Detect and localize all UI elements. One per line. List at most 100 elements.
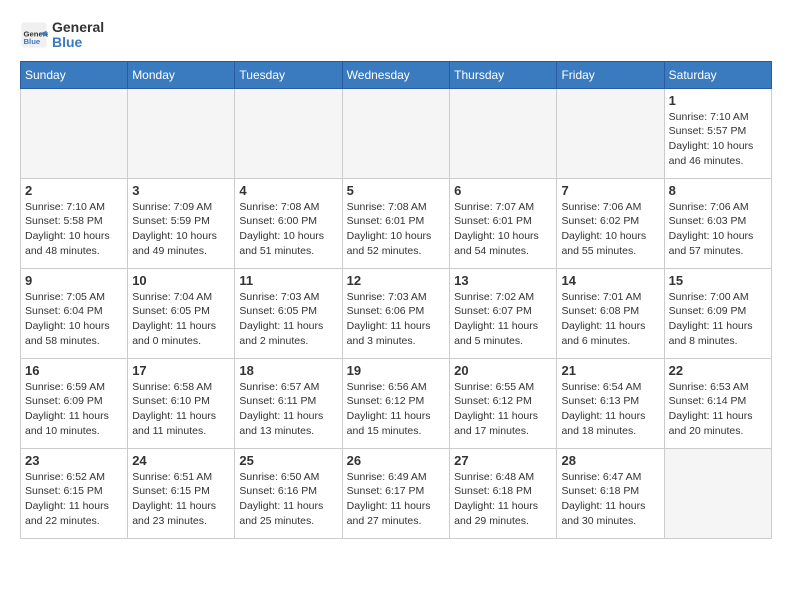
calendar-day bbox=[450, 88, 557, 178]
calendar-day: 4 Sunrise: 7:08 AMSunset: 6:00 PMDaylight… bbox=[235, 178, 342, 268]
calendar-day: 1 Sunrise: 7:10 AMSunset: 5:57 PMDaylight… bbox=[664, 88, 771, 178]
page-header: General Blue General Blue bbox=[20, 20, 772, 51]
calendar-day: 27 Sunrise: 6:48 AMSunset: 6:18 PMDayligh… bbox=[450, 448, 557, 538]
calendar-day: 10 Sunrise: 7:04 AMSunset: 6:05 PMDayligh… bbox=[128, 268, 235, 358]
day-header-saturday: Saturday bbox=[664, 61, 771, 88]
calendar-day bbox=[235, 88, 342, 178]
day-number: 17 bbox=[132, 363, 230, 378]
day-number: 14 bbox=[561, 273, 659, 288]
day-number: 28 bbox=[561, 453, 659, 468]
calendar-day: 11 Sunrise: 7:03 AMSunset: 6:05 PMDayligh… bbox=[235, 268, 342, 358]
calendar-day: 14Sunrise: 7:01 AMSunset: 6:08 PMDayligh… bbox=[557, 268, 664, 358]
day-info: Sunrise: 6:58 AMSunset: 6:10 PMDaylight:… bbox=[132, 380, 230, 439]
day-number: 2 bbox=[25, 183, 123, 198]
logo-blue: Blue bbox=[52, 35, 104, 50]
day-number: 16 bbox=[25, 363, 123, 378]
calendar-day bbox=[342, 88, 450, 178]
calendar-day: 6 Sunrise: 7:07 AMSunset: 6:01 PMDaylight… bbox=[450, 178, 557, 268]
day-info: Sunrise: 6:54 AMSunset: 6:13 PMDaylight:… bbox=[561, 380, 659, 439]
day-info: Sunrise: 7:07 AMSunset: 6:01 PMDaylight:… bbox=[454, 200, 552, 259]
day-number: 23 bbox=[25, 453, 123, 468]
calendar-day: 17 Sunrise: 6:58 AMSunset: 6:10 PMDayligh… bbox=[128, 358, 235, 448]
day-number: 22 bbox=[669, 363, 767, 378]
calendar-day bbox=[128, 88, 235, 178]
calendar-header-row: SundayMondayTuesdayWednesdayThursdayFrid… bbox=[21, 61, 772, 88]
calendar-week-4: 16 Sunrise: 6:59 AMSunset: 6:09 PMDayligh… bbox=[21, 358, 772, 448]
calendar-day: 15 Sunrise: 7:00 AMSunset: 6:09 PMDayligh… bbox=[664, 268, 771, 358]
day-info: Sunrise: 6:48 AMSunset: 6:18 PMDaylight:… bbox=[454, 470, 552, 529]
calendar-day: 24 Sunrise: 6:51 AMSunset: 6:15 PMDayligh… bbox=[128, 448, 235, 538]
svg-text:Blue: Blue bbox=[24, 37, 41, 46]
calendar-day: 28 Sunrise: 6:47 AMSunset: 6:18 PMDayligh… bbox=[557, 448, 664, 538]
day-info: Sunrise: 6:56 AMSunset: 6:12 PMDaylight:… bbox=[347, 380, 446, 439]
calendar-day: 26Sunrise: 6:49 AMSunset: 6:17 PMDayligh… bbox=[342, 448, 450, 538]
calendar-day: 20Sunrise: 6:55 AMSunset: 6:12 PMDayligh… bbox=[450, 358, 557, 448]
calendar-day: 12 Sunrise: 7:03 AMSunset: 6:06 PMDayligh… bbox=[342, 268, 450, 358]
calendar-day: 18 Sunrise: 6:57 AMSunset: 6:11 PMDayligh… bbox=[235, 358, 342, 448]
calendar-day: 2 Sunrise: 7:10 AMSunset: 5:58 PMDaylight… bbox=[21, 178, 128, 268]
calendar-week-3: 9 Sunrise: 7:05 AMSunset: 6:04 PMDaylight… bbox=[21, 268, 772, 358]
day-number: 12 bbox=[347, 273, 446, 288]
day-number: 9 bbox=[25, 273, 123, 288]
day-number: 19 bbox=[347, 363, 446, 378]
calendar-day: 7 Sunrise: 7:06 AMSunset: 6:02 PMDaylight… bbox=[557, 178, 664, 268]
day-header-friday: Friday bbox=[557, 61, 664, 88]
day-info: Sunrise: 6:51 AMSunset: 6:15 PMDaylight:… bbox=[132, 470, 230, 529]
calendar-day bbox=[557, 88, 664, 178]
calendar-day: 13 Sunrise: 7:02 AMSunset: 6:07 PMDayligh… bbox=[450, 268, 557, 358]
day-info: Sunrise: 7:10 AMSunset: 5:58 PMDaylight:… bbox=[25, 200, 123, 259]
logo-icon: General Blue bbox=[20, 21, 48, 49]
day-number: 1 bbox=[669, 93, 767, 108]
day-info: Sunrise: 7:06 AMSunset: 6:02 PMDaylight:… bbox=[561, 200, 659, 259]
calendar-day bbox=[21, 88, 128, 178]
day-info: Sunrise: 6:50 AMSunset: 6:16 PMDaylight:… bbox=[239, 470, 337, 529]
day-number: 7 bbox=[561, 183, 659, 198]
day-info: Sunrise: 6:47 AMSunset: 6:18 PMDaylight:… bbox=[561, 470, 659, 529]
calendar-day: 16 Sunrise: 6:59 AMSunset: 6:09 PMDayligh… bbox=[21, 358, 128, 448]
day-header-monday: Monday bbox=[128, 61, 235, 88]
day-number: 18 bbox=[239, 363, 337, 378]
day-info: Sunrise: 7:04 AMSunset: 6:05 PMDaylight:… bbox=[132, 290, 230, 349]
day-info: Sunrise: 7:03 AMSunset: 6:06 PMDaylight:… bbox=[347, 290, 446, 349]
day-number: 8 bbox=[669, 183, 767, 198]
day-number: 6 bbox=[454, 183, 552, 198]
calendar-day: 22Sunrise: 6:53 AMSunset: 6:14 PMDayligh… bbox=[664, 358, 771, 448]
day-number: 15 bbox=[669, 273, 767, 288]
day-info: Sunrise: 7:08 AMSunset: 6:00 PMDaylight:… bbox=[239, 200, 337, 259]
calendar-week-1: 1 Sunrise: 7:10 AMSunset: 5:57 PMDaylight… bbox=[21, 88, 772, 178]
day-info: Sunrise: 7:02 AMSunset: 6:07 PMDaylight:… bbox=[454, 290, 552, 349]
day-info: Sunrise: 7:10 AMSunset: 5:57 PMDaylight:… bbox=[669, 110, 767, 169]
calendar-day: 9 Sunrise: 7:05 AMSunset: 6:04 PMDaylight… bbox=[21, 268, 128, 358]
calendar-day: 19 Sunrise: 6:56 AMSunset: 6:12 PMDayligh… bbox=[342, 358, 450, 448]
day-info: Sunrise: 7:03 AMSunset: 6:05 PMDaylight:… bbox=[239, 290, 337, 349]
day-number: 11 bbox=[239, 273, 337, 288]
day-info: Sunrise: 6:57 AMSunset: 6:11 PMDaylight:… bbox=[239, 380, 337, 439]
day-info: Sunrise: 6:59 AMSunset: 6:09 PMDaylight:… bbox=[25, 380, 123, 439]
logo: General Blue General Blue bbox=[20, 20, 104, 51]
day-header-sunday: Sunday bbox=[21, 61, 128, 88]
day-number: 4 bbox=[239, 183, 337, 198]
calendar-day bbox=[664, 448, 771, 538]
day-number: 10 bbox=[132, 273, 230, 288]
day-number: 26 bbox=[347, 453, 446, 468]
day-number: 27 bbox=[454, 453, 552, 468]
day-number: 13 bbox=[454, 273, 552, 288]
calendar-day: 23 Sunrise: 6:52 AMSunset: 6:15 PMDayligh… bbox=[21, 448, 128, 538]
day-header-wednesday: Wednesday bbox=[342, 61, 450, 88]
day-info: Sunrise: 6:52 AMSunset: 6:15 PMDaylight:… bbox=[25, 470, 123, 529]
calendar-week-2: 2 Sunrise: 7:10 AMSunset: 5:58 PMDaylight… bbox=[21, 178, 772, 268]
day-info: Sunrise: 6:55 AMSunset: 6:12 PMDaylight:… bbox=[454, 380, 552, 439]
day-info: Sunrise: 7:06 AMSunset: 6:03 PMDaylight:… bbox=[669, 200, 767, 259]
calendar-day: 8 Sunrise: 7:06 AMSunset: 6:03 PMDaylight… bbox=[664, 178, 771, 268]
logo-general: General bbox=[52, 19, 104, 35]
day-number: 21 bbox=[561, 363, 659, 378]
day-number: 24 bbox=[132, 453, 230, 468]
day-info: Sunrise: 7:09 AMSunset: 5:59 PMDaylight:… bbox=[132, 200, 230, 259]
calendar-day: 25Sunrise: 6:50 AMSunset: 6:16 PMDayligh… bbox=[235, 448, 342, 538]
calendar-day: 21 Sunrise: 6:54 AMSunset: 6:13 PMDayligh… bbox=[557, 358, 664, 448]
day-info: Sunrise: 7:08 AMSunset: 6:01 PMDaylight:… bbox=[347, 200, 446, 259]
day-info: Sunrise: 7:00 AMSunset: 6:09 PMDaylight:… bbox=[669, 290, 767, 349]
day-info: Sunrise: 7:05 AMSunset: 6:04 PMDaylight:… bbox=[25, 290, 123, 349]
calendar-table: SundayMondayTuesdayWednesdayThursdayFrid… bbox=[20, 61, 772, 539]
day-header-thursday: Thursday bbox=[450, 61, 557, 88]
